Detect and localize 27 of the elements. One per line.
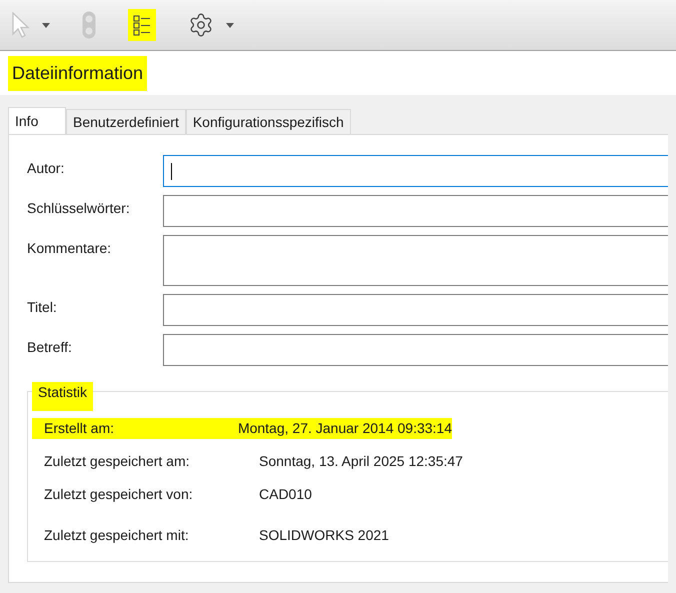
field-label: Autor: — [27, 159, 66, 178]
text-cursor — [171, 162, 172, 180]
input-field[interactable] — [163, 235, 668, 286]
list-icon[interactable] — [132, 13, 152, 37]
field-label: Betreff: — [27, 338, 73, 357]
stat-value: Montag, 27. Januar 2014 09:33:14 — [238, 419, 452, 438]
field-label: Kommentare: — [27, 239, 112, 258]
stat-label: Zuletzt gespeichert mit: — [44, 526, 190, 545]
tab[interactable]: Konfigurationsspezifisch — [186, 109, 351, 134]
group-title: Statistik — [32, 382, 94, 411]
input-field[interactable] — [163, 294, 668, 326]
stat-value: CAD010 — [259, 485, 312, 504]
stat-label: Erstellt am: — [44, 419, 116, 438]
field-label: Schlüsselwörter: — [27, 199, 131, 218]
input-field[interactable] — [163, 334, 668, 366]
stat-label: Zuletzt gespeichert von: — [44, 485, 194, 504]
stat-value: SOLIDWORKS 2021 — [259, 526, 389, 545]
stat-value: Sonntag, 13. April 2025 12:35:47 — [259, 452, 463, 471]
input-field[interactable] — [163, 195, 668, 227]
tab[interactable]: Benutzerdefiniert — [66, 109, 186, 134]
tab[interactable]: Info — [8, 107, 66, 135]
stat-label: Zuletzt gespeichert am: — [44, 452, 191, 471]
dropdown-caret-icon[interactable] — [226, 22, 234, 28]
field-label: Titel: — [27, 298, 58, 317]
settings-icon[interactable] — [188, 12, 214, 38]
input-field[interactable] — [163, 155, 668, 187]
panel-title: Dateiinformation — [8, 56, 148, 90]
